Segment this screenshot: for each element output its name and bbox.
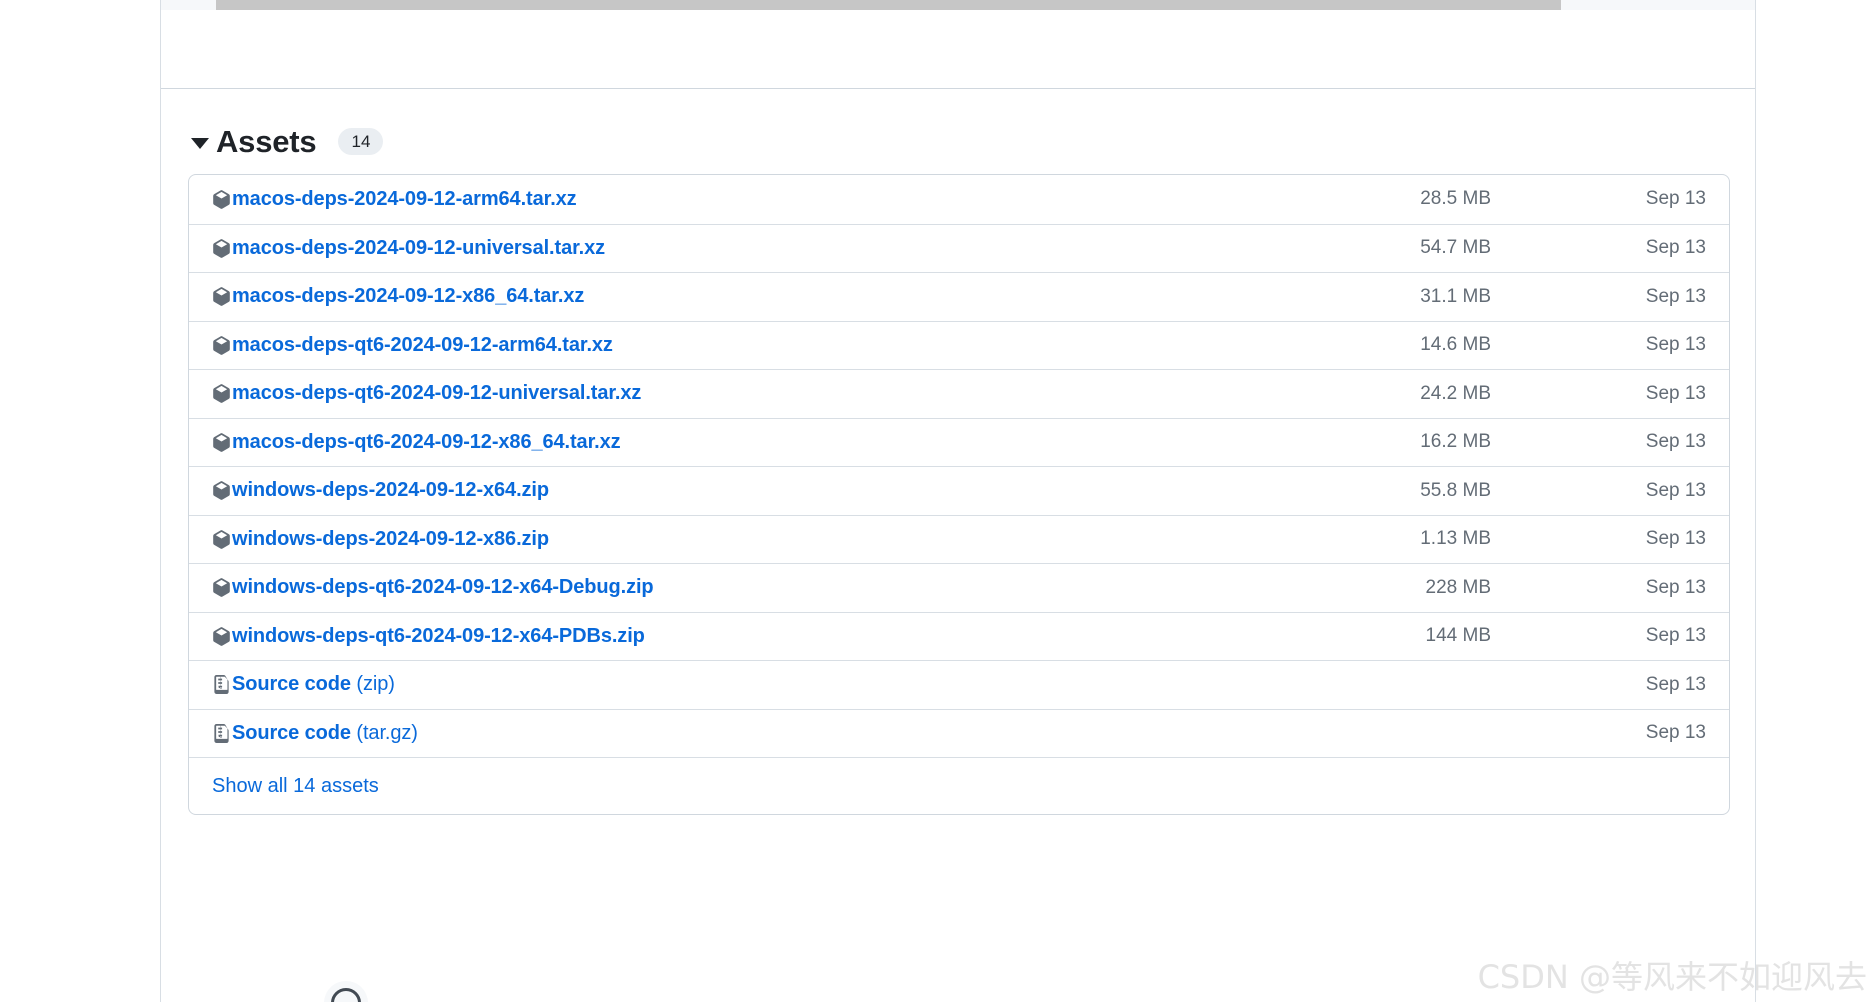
table-row[interactable]: windows-deps-qt6-2024-09-12-x64-PDBs.zip… (189, 611, 1729, 661)
asset-name-link[interactable]: windows-deps-qt6-2024-09-12-x64-Debug.zi… (232, 576, 1241, 599)
table-row[interactable]: macos-deps-qt6-2024-09-12-universal.tar.… (189, 369, 1729, 418)
asset-date: Sep 13 (1645, 188, 1706, 210)
table-row[interactable]: macos-deps-qt6-2024-09-12-arm64.tar.xz 14… (189, 320, 1729, 370)
table-row[interactable]: macos-deps-2024-09-12-universal.tar.xz 54… (189, 223, 1729, 273)
asset-size: 28.5 MB (1420, 188, 1491, 210)
asset-name-link[interactable]: windows-deps-2024-09-12-x86.zip (232, 528, 1241, 551)
asset-size: 144 MB (1425, 625, 1491, 647)
assets-list-box: macos-deps-2024-09-12-arm64.tar.xz 28.5 M… (188, 174, 1730, 815)
asset-name-link[interactable]: Source code (tar.gz) (232, 722, 1241, 745)
asset-name-link[interactable]: macos-deps-qt6-2024-09-12-x86_64.tar.xz (232, 431, 1241, 454)
package-icon (212, 578, 231, 598)
csdn-watermark: CSDN @等风来不如迎风去 (1477, 958, 1867, 996)
asset-name-link[interactable]: Source code (zip) (232, 673, 1241, 696)
asset-date: Sep 13 (1645, 528, 1706, 550)
asset-date: Sep 13 (1645, 576, 1706, 598)
asset-name-link[interactable]: windows-deps-2024-09-12-x64.zip (232, 479, 1241, 502)
show-all-assets-link[interactable]: Show all 14 assets (212, 775, 379, 798)
asset-name-suffix: (zip) (350, 673, 395, 696)
avatar[interactable] (324, 981, 368, 1002)
asset-name-link[interactable]: macos-deps-qt6-2024-09-12-arm64.tar.xz (232, 334, 1241, 357)
asset-size: 54.7 MB (1420, 237, 1491, 259)
file-zip-icon (212, 675, 231, 695)
asset-date: Sep 13 (1645, 431, 1706, 453)
asset-date: Sep 13 (1645, 382, 1706, 404)
package-icon (212, 287, 231, 307)
assets-count-badge: 14 (338, 128, 384, 155)
page-frame: Assets 14 macos-deps-2024-09-12-arm64.ta… (160, 0, 1756, 1002)
package-icon (212, 529, 231, 549)
asset-size: 228 MB (1425, 576, 1491, 598)
asset-size: 31.1 MB (1420, 285, 1491, 307)
asset-size: 14.6 MB (1420, 334, 1491, 356)
table-row[interactable]: Source code (zip) Sep 13 (189, 660, 1729, 709)
assets-title: Assets (216, 124, 317, 159)
package-icon (212, 432, 231, 452)
table-row[interactable]: Source code (tar.gz) Sep 13 (189, 708, 1729, 758)
table-row[interactable]: macos-deps-2024-09-12-arm64.tar.xz 28.5 M… (189, 175, 1729, 224)
package-icon (212, 384, 231, 404)
asset-size: 55.8 MB (1420, 479, 1491, 501)
section-divider (161, 88, 1755, 89)
asset-size: 1.13 MB (1420, 528, 1491, 550)
table-row[interactable]: windows-deps-2024-09-12-x86.zip 1.13 MB Se… (189, 514, 1729, 564)
triangle-down-icon[interactable] (191, 138, 209, 149)
asset-date: Sep 13 (1645, 334, 1706, 356)
package-icon (212, 189, 231, 209)
table-row[interactable]: windows-deps-2024-09-12-x64.zip 55.8 MB Se… (189, 466, 1729, 515)
package-icon (212, 481, 231, 501)
table-row[interactable]: macos-deps-qt6-2024-09-12-x86_64.tar.xz 1… (189, 417, 1729, 467)
release-assets-screen: Assets 14 macos-deps-2024-09-12-arm64.ta… (0, 0, 1875, 1002)
package-icon (212, 626, 231, 646)
asset-size: 16.2 MB (1420, 431, 1491, 453)
assets-rows: macos-deps-2024-09-12-arm64.tar.xz 28.5 M… (189, 175, 1729, 757)
asset-date: Sep 13 (1645, 285, 1706, 307)
table-row[interactable]: macos-deps-2024-09-12-x86_64.tar.xz 31.1 … (189, 272, 1729, 321)
avatar-circle-icon (331, 988, 361, 1002)
asset-name-link[interactable]: macos-deps-2024-09-12-arm64.tar.xz (232, 188, 1241, 211)
show-all-assets-row[interactable]: Show all 14 assets (189, 757, 1729, 814)
asset-date: Sep 13 (1645, 722, 1706, 744)
asset-name-link[interactable]: macos-deps-2024-09-12-x86_64.tar.xz (232, 285, 1241, 308)
package-icon (212, 335, 231, 355)
assets-header[interactable]: Assets 14 (191, 124, 384, 159)
asset-name-link[interactable]: macos-deps-2024-09-12-universal.tar.xz (232, 237, 1241, 260)
package-icon (212, 238, 231, 258)
asset-name-link[interactable]: macos-deps-qt6-2024-09-12-universal.tar.… (232, 382, 1241, 405)
asset-date: Sep 13 (1645, 673, 1706, 695)
asset-date: Sep 13 (1645, 479, 1706, 501)
file-zip-icon (212, 723, 231, 743)
table-row[interactable]: windows-deps-qt6-2024-09-12-x64-Debug.zi… (189, 563, 1729, 612)
asset-size: 24.2 MB (1420, 382, 1491, 404)
asset-date: Sep 13 (1645, 625, 1706, 647)
asset-name-link[interactable]: windows-deps-qt6-2024-09-12-x64-PDBs.zip (232, 625, 1241, 648)
asset-name-suffix: (tar.gz) (350, 721, 418, 744)
asset-date: Sep 13 (1645, 237, 1706, 259)
